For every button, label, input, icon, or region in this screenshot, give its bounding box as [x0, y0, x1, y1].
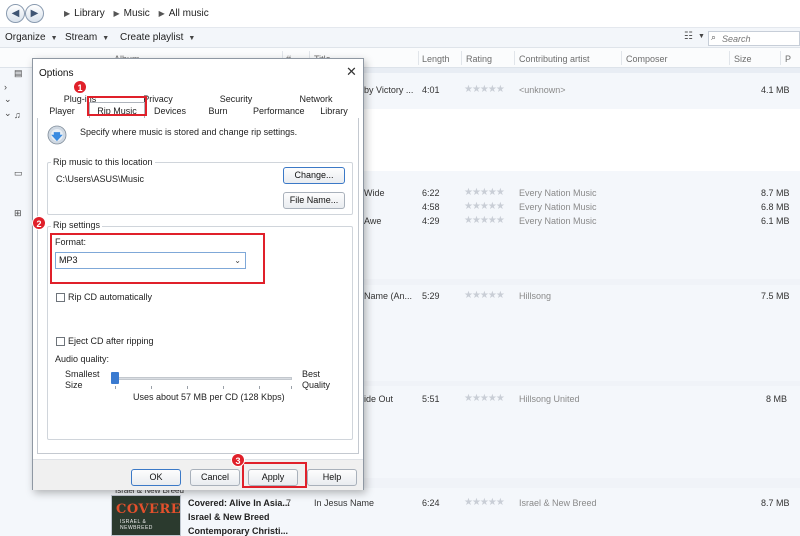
create-playlist-menu[interactable]: Create playlist ▼ — [120, 32, 195, 43]
track-length: 4:01 — [422, 85, 440, 95]
back-arrow-icon[interactable]: ◀ — [6, 4, 25, 23]
eject-cd-label[interactable]: Eject CD after ripping — [68, 336, 154, 346]
album-name: Covered: Alive In Asia... — [188, 498, 290, 508]
track-length: 6:24 — [422, 498, 440, 508]
track-artist: <unknown> — [519, 85, 566, 95]
tab-devices[interactable]: Devices — [153, 105, 187, 118]
track-number: 7 — [286, 498, 292, 508]
audio-quality-label: Audio quality: — [55, 354, 110, 364]
rating-stars[interactable]: ★★★★★ — [464, 201, 505, 212]
track-size: 7.5 MB — [761, 291, 790, 301]
track-length: 4:58 — [422, 202, 440, 212]
rip-cd-automatically-checkbox[interactable] — [56, 293, 65, 302]
tab-library[interactable]: Library — [319, 105, 349, 118]
column-contributing-artist[interactable]: Contributing artist — [519, 54, 590, 64]
chevron-down-icon: ▼ — [102, 35, 110, 42]
dialog-title: Options — [39, 68, 74, 79]
ok-button[interactable]: OK — [131, 469, 181, 486]
track-title: Name (An... — [364, 291, 413, 301]
track-size: 8.7 MB — [761, 188, 790, 198]
view-options-icon[interactable]: ☷ — [684, 31, 693, 42]
breadcrumb-all-music[interactable]: All music — [169, 8, 209, 19]
rating-stars[interactable]: ★★★★★ — [464, 84, 505, 95]
eject-cd-checkbox[interactable] — [56, 337, 65, 346]
rating-stars[interactable]: ★★★★★ — [464, 290, 505, 301]
column-extra[interactable]: P — [785, 54, 791, 64]
rating-stars[interactable]: ★★★★★ — [464, 393, 505, 404]
track-title: by Victory ... — [364, 85, 414, 95]
album-artist: Israel & New Breed — [188, 512, 270, 522]
track-artist: Israel & New Breed — [519, 498, 597, 508]
track-title: Awe — [364, 216, 382, 226]
track-title: ide Out — [364, 394, 394, 404]
rating-stars[interactable]: ★★★★★ — [464, 215, 505, 226]
annotation-highlight-format — [50, 233, 265, 284]
organize-menu[interactable]: Organize ▼ — [5, 32, 58, 43]
best-quality-label: Best Quality — [302, 369, 331, 390]
chevron-down-icon: ▼ — [50, 35, 58, 42]
file-name-button[interactable]: File Name... — [283, 192, 345, 209]
track-size: 4.1 MB — [761, 85, 790, 95]
tab-player[interactable]: Player — [47, 105, 77, 118]
track-title: In Jesus Name — [314, 498, 375, 508]
annotation-step-2: 2 — [32, 216, 46, 230]
toolbar: Organize ▼ Stream ▼ Create playlist ▼ — [0, 28, 800, 48]
rip-settings-label: Rip settings — [51, 220, 103, 230]
annotation-step-3: 3 — [231, 453, 245, 467]
track-artist: Every Nation Music — [519, 202, 597, 212]
cd-rip-icon — [47, 125, 67, 145]
track-artist: Hillsong — [519, 291, 552, 301]
chevron-down-icon[interactable]: ▼ — [698, 33, 705, 40]
rip-description: Specify where music is stored and change… — [80, 127, 298, 137]
track-size: 6.8 MB — [761, 202, 790, 212]
help-button[interactable]: Help — [307, 469, 357, 486]
breadcrumb-music[interactable]: Music — [124, 8, 150, 19]
stream-menu[interactable]: Stream ▼ — [65, 32, 109, 43]
rip-cd-automatically-label[interactable]: Rip CD automatically — [68, 292, 152, 302]
search-input[interactable] — [722, 33, 798, 44]
tab-performance[interactable]: Performance — [253, 105, 305, 118]
column-composer[interactable]: Composer — [626, 54, 668, 64]
track-artist: Every Nation Music — [519, 216, 597, 226]
search-icon: ⌕ — [711, 32, 717, 42]
track-size: 8 MB — [766, 394, 788, 404]
chevron-down-icon: ▼ — [188, 35, 196, 42]
column-size[interactable]: Size — [734, 54, 752, 64]
track-size: 8.7 MB — [761, 498, 790, 508]
annotation-step-1: 1 — [73, 80, 87, 94]
tab-burn[interactable]: Burn — [207, 105, 229, 118]
navigation-bar: ◀ ▶ ▶ Library ▶ Music ▶ All music — [0, 0, 800, 28]
rating-stars[interactable]: ★★★★★ — [464, 187, 505, 198]
change-button[interactable]: Change... — [283, 167, 345, 184]
track-length: 6:22 — [422, 188, 440, 198]
close-icon[interactable]: ✕ — [346, 64, 357, 80]
breadcrumb-library[interactable]: Library — [74, 8, 105, 19]
search-box[interactable]: ⌕ — [708, 31, 800, 46]
smallest-size-label: Smallest Size — [65, 369, 100, 390]
breadcrumb: ▶ Library ▶ Music ▶ All music — [64, 8, 209, 19]
track-title: Wide — [364, 188, 385, 198]
rip-location-path: C:\Users\ASUS\Music — [56, 174, 145, 184]
forward-arrow-icon[interactable]: ▶ — [25, 4, 44, 23]
column-length[interactable]: Length — [422, 54, 450, 64]
track-size: 6.1 MB — [761, 216, 790, 226]
audio-quality-slider[interactable] — [112, 377, 292, 380]
column-rating[interactable]: Rating — [466, 54, 492, 64]
annotation-highlight-apply — [242, 462, 307, 488]
album-genre: Contemporary Christi... — [188, 526, 289, 536]
cancel-button[interactable]: Cancel — [190, 469, 240, 486]
track-length: 5:51 — [422, 394, 440, 404]
album-art[interactable]: COVERED ISRAEL & NEWBREED — [111, 495, 181, 536]
track-artist: Every Nation Music — [519, 188, 597, 198]
track-length: 5:29 — [422, 291, 440, 301]
rating-stars[interactable]: ★★★★★ — [464, 497, 505, 508]
audio-quality-usage: Uses about 57 MB per CD (128 Kbps) — [133, 392, 285, 402]
track-length: 4:29 — [422, 216, 440, 226]
location-group-label: Rip music to this location — [51, 157, 155, 167]
audio-quality-slider-thumb[interactable] — [111, 372, 119, 384]
track-artist: Hillsong United — [519, 394, 580, 404]
annotation-highlight-rip-music-tab — [87, 96, 147, 116]
